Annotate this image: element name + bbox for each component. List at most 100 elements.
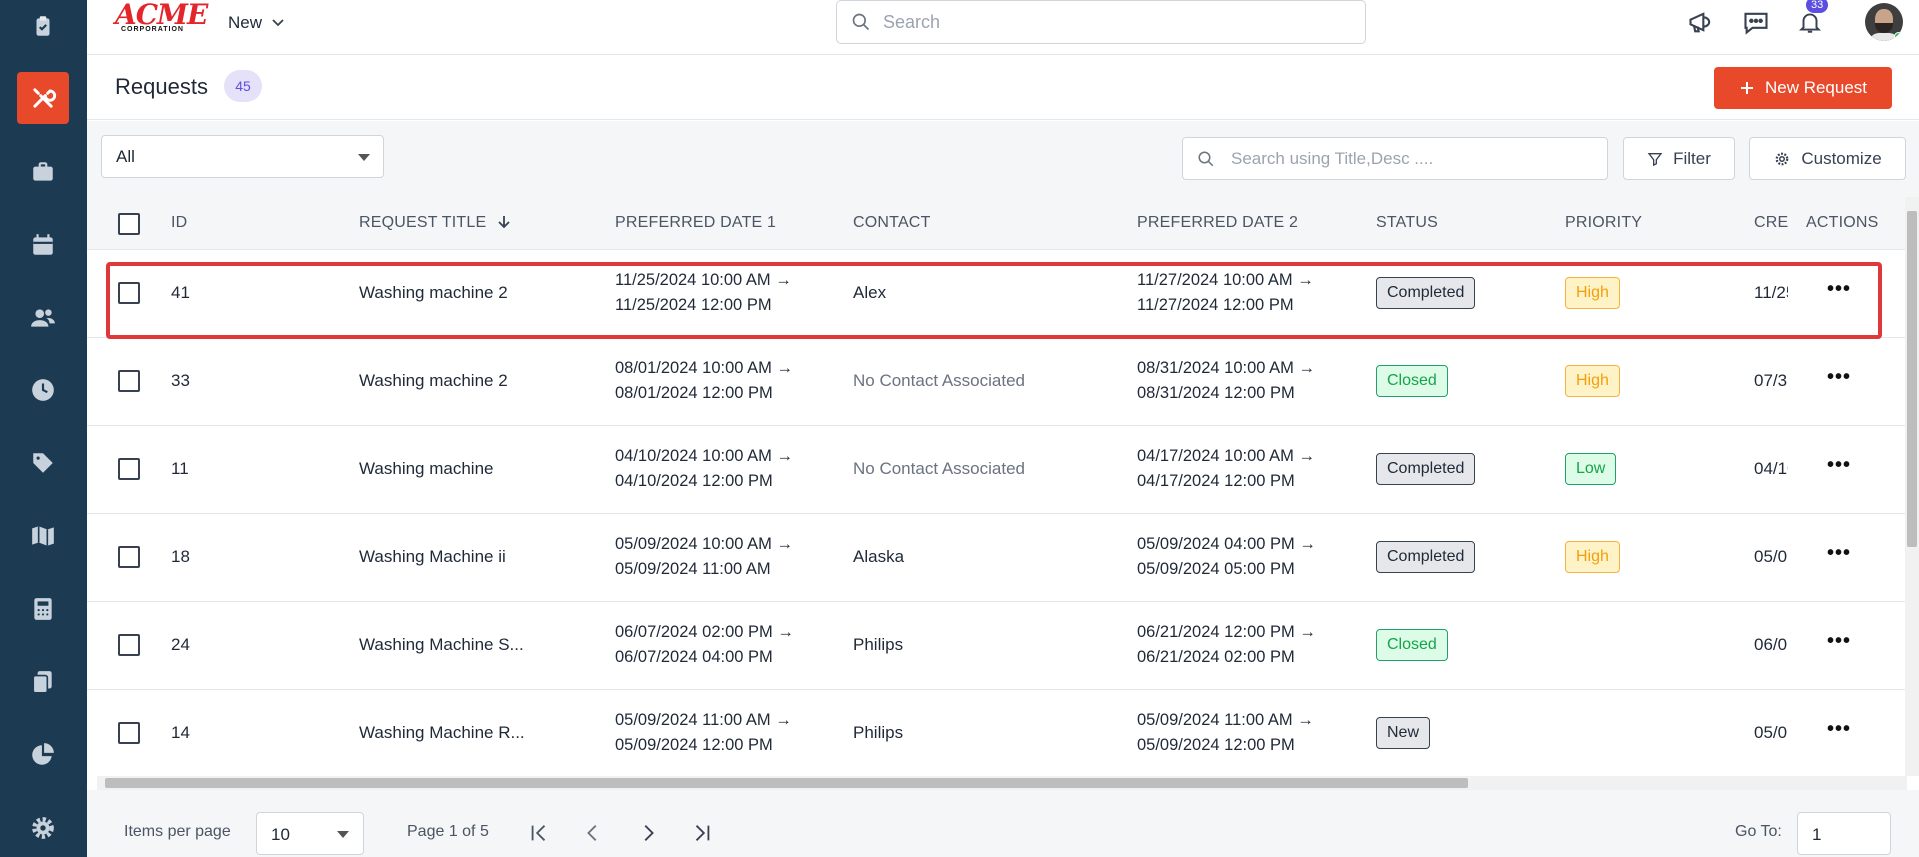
previous-page-icon[interactable]	[579, 819, 607, 847]
goto-page-input[interactable]: 1	[1797, 812, 1891, 855]
acme-logo[interactable]: ACME CORPORATION	[115, 1, 208, 34]
row-created: 04/10	[1754, 459, 1788, 478]
priority-badge: Low	[1565, 453, 1617, 485]
row-actions-menu-icon[interactable]: •••	[1827, 454, 1851, 477]
column-header-id[interactable]: ID	[171, 214, 187, 232]
column-header-request-title-label: REQUEST TITLE	[359, 214, 487, 231]
horizontal-scrollbar-thumb[interactable]	[105, 778, 1468, 788]
row-title[interactable]: Washing Machine ii	[359, 547, 506, 567]
briefcase-icon[interactable]	[26, 155, 60, 189]
row-id: 18	[171, 547, 190, 566]
row-title[interactable]: Washing machine	[359, 459, 494, 479]
table-row[interactable]: 14 Washing Machine R... 05/09/2024 11:00…	[87, 690, 1909, 776]
row-created: 07/31	[1754, 371, 1788, 390]
status-badge: Closed	[1376, 365, 1448, 397]
table-search-input[interactable]: Search using Title,Desc ....	[1182, 137, 1608, 180]
column-header-created[interactable]: CRE	[1754, 214, 1788, 232]
search-icon	[1198, 151, 1214, 166]
tools-icon[interactable]	[17, 72, 69, 124]
sort-descending-icon	[498, 216, 510, 229]
row-actions-menu-icon[interactable]: •••	[1827, 366, 1851, 389]
row-contact[interactable]: Alex	[853, 283, 886, 303]
row-contact[interactable]: Philips	[853, 635, 903, 655]
row-actions-menu-icon[interactable]: •••	[1827, 278, 1851, 301]
row-checkbox[interactable]	[118, 370, 140, 392]
items-per-page-value: 10	[271, 825, 290, 844]
row-contact[interactable]: Philips	[853, 723, 903, 743]
row-preferred-date-1: 11/25/2024 10:00 AM → 11/25/2024 12:00 PM	[615, 271, 792, 314]
row-id: 24	[171, 635, 190, 654]
megaphone-icon[interactable]	[1685, 6, 1717, 38]
table-row[interactable]: 41 Washing machine 2 11/25/2024 10:00 AM…	[87, 250, 1909, 338]
row-checkbox[interactable]	[118, 282, 140, 304]
status-badge: Completed	[1376, 541, 1476, 573]
row-checkbox[interactable]	[118, 722, 140, 744]
vertical-scrollbar[interactable]	[1905, 197, 1919, 776]
column-header-status[interactable]: STATUS	[1376, 214, 1438, 232]
row-id: 11	[171, 459, 189, 478]
table-row[interactable]: 24 Washing Machine S... 06/07/2024 02:00…	[87, 602, 1909, 690]
table-row[interactable]: 33 Washing machine 2 08/01/2024 10:00 AM…	[87, 338, 1909, 426]
vertical-scrollbar-thumb[interactable]	[1907, 211, 1917, 547]
row-preferred-date-2: 11/27/2024 10:00 AM → 11/27/2024 12:00 PM	[1137, 271, 1314, 314]
horizontal-scrollbar[interactable]	[97, 776, 1907, 790]
row-contact[interactable]: Alaska	[853, 547, 904, 567]
first-page-icon[interactable]	[525, 819, 553, 847]
tag-icon[interactable]	[26, 446, 60, 480]
customize-button[interactable]: Customize	[1749, 137, 1906, 180]
goto-label: Go To:	[1735, 823, 1782, 840]
new-request-button[interactable]: New Request	[1714, 67, 1892, 109]
table-row[interactable]: 11 Washing machine 04/10/2024 10:00 AM →…	[87, 426, 1909, 514]
row-preferred-date-2: 04/17/2024 10:00 AM → 04/17/2024 12:00 PM	[1137, 447, 1315, 490]
settings-icon[interactable]	[26, 811, 60, 845]
last-page-icon[interactable]	[688, 819, 716, 847]
row-checkbox[interactable]	[118, 634, 140, 656]
row-checkbox[interactable]	[118, 458, 140, 480]
row-actions-menu-icon[interactable]: •••	[1827, 630, 1851, 653]
top-bar: ACME CORPORATION New Search 33	[87, 0, 1919, 55]
priority-badge: High	[1565, 541, 1620, 573]
items-per-page-select[interactable]: 10	[256, 812, 364, 855]
chat-icon[interactable]	[1740, 6, 1772, 38]
row-checkbox[interactable]	[118, 546, 140, 568]
table-row[interactable]: 18 Washing Machine ii 05/09/2024 10:00 A…	[87, 514, 1909, 602]
filter-button[interactable]: Filter	[1623, 137, 1735, 180]
calendar-icon[interactable]	[26, 228, 60, 262]
calculator-icon[interactable]	[26, 592, 60, 626]
row-title[interactable]: Washing machine 2	[359, 283, 508, 303]
row-actions-menu-icon[interactable]: •••	[1827, 542, 1851, 565]
column-header-preferred-date-1[interactable]: PREFERRED DATE 1	[615, 214, 776, 232]
row-preferred-date-1: 04/10/2024 10:00 AM → 04/10/2024 12:00 PM	[615, 447, 793, 490]
sidebar	[0, 0, 87, 857]
column-header-preferred-date-2[interactable]: PREFERRED DATE 2	[1137, 214, 1298, 232]
row-preferred-date-1: 08/01/2024 10:00 AM → 08/01/2024 12:00 PM	[615, 359, 793, 402]
row-id: 33	[171, 371, 190, 390]
new-dropdown[interactable]: New	[228, 13, 284, 33]
global-search-input[interactable]: Search	[836, 0, 1366, 44]
search-placeholder: Search	[883, 11, 941, 32]
notification-badge: 33	[1806, 0, 1829, 13]
column-header-contact[interactable]: CONTACT	[853, 214, 931, 232]
map-icon[interactable]	[26, 519, 60, 553]
row-title[interactable]: Washing Machine R...	[359, 723, 525, 743]
column-header-priority[interactable]: PRIORITY	[1565, 214, 1642, 232]
filter-label: Filter	[1673, 148, 1711, 168]
select-all-checkbox[interactable]	[118, 213, 140, 235]
avatar[interactable]	[1865, 3, 1903, 41]
search-icon	[852, 13, 870, 31]
row-actions-menu-icon[interactable]: •••	[1827, 718, 1851, 741]
row-title[interactable]: Washing machine 2	[359, 371, 508, 391]
priority-badge: High	[1565, 277, 1620, 309]
clock-icon[interactable]	[26, 373, 60, 407]
row-title[interactable]: Washing Machine S...	[359, 635, 524, 655]
new-dropdown-label: New	[228, 13, 263, 32]
clipboard-check-icon[interactable]	[26, 9, 60, 43]
users-icon[interactable]	[26, 301, 60, 335]
view-filter-dropdown[interactable]: All	[101, 135, 384, 178]
pie-chart-icon[interactable]	[26, 738, 60, 772]
column-header-request-title[interactable]: REQUEST TITLE	[359, 214, 511, 232]
new-request-label: New Request	[1764, 78, 1868, 97]
next-page-icon[interactable]	[634, 819, 662, 847]
files-icon[interactable]	[26, 665, 60, 699]
row-created: 05/09	[1754, 723, 1788, 742]
